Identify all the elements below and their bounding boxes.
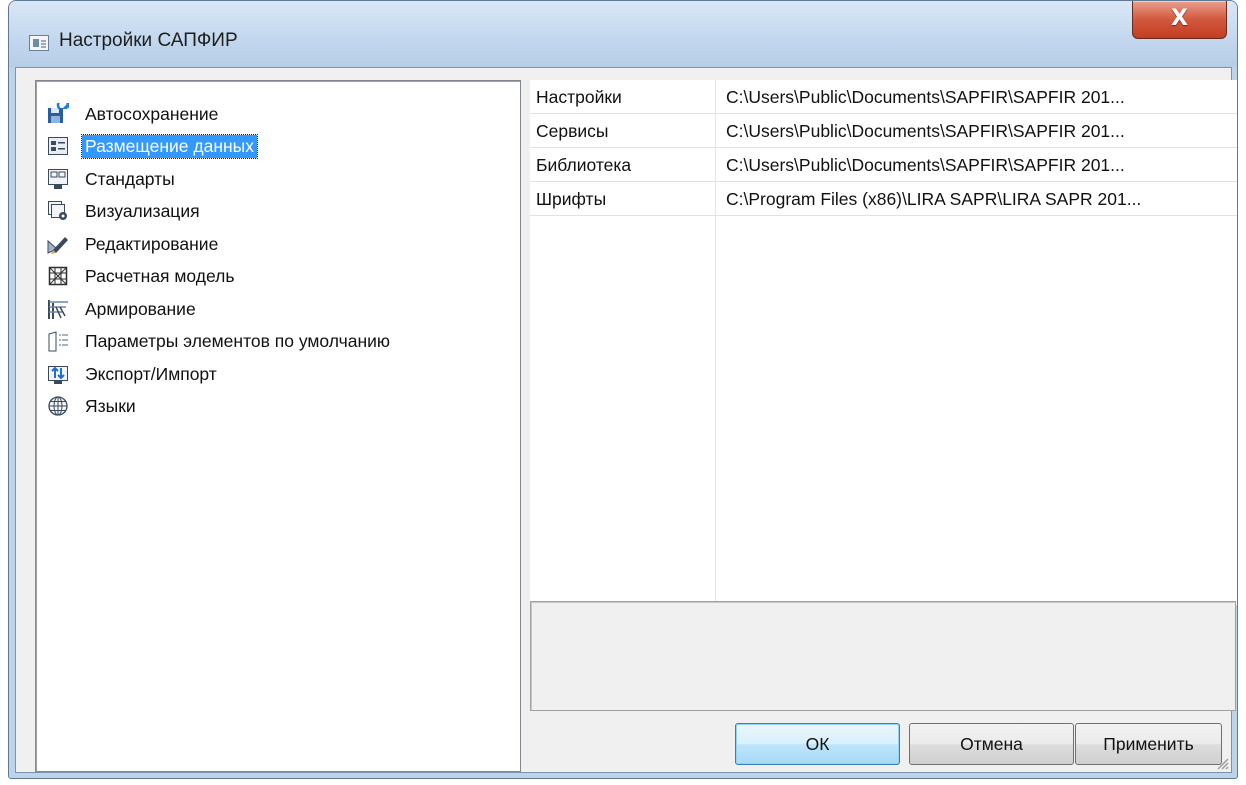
table-row[interactable]: Сервисы C:\Users\Public\Documents\SAPFIR… xyxy=(530,114,1237,148)
settings-dialog: Настройки САПФИР X Автосохранение Размещ… xyxy=(8,0,1238,779)
path-value[interactable]: C:\Users\Public\Documents\SAPFIR\SAPFIR … xyxy=(726,87,1231,108)
table-row[interactable]: Библиотека C:\Users\Public\Documents\SAP… xyxy=(530,148,1237,182)
path-name: Шрифты xyxy=(536,189,607,209)
path-name: Библиотека xyxy=(536,155,632,175)
tree-item-export-import[interactable]: Экспорт/Импорт xyxy=(42,360,512,388)
tree-item-languages[interactable]: Языки xyxy=(42,392,512,420)
tree-item-label: Стандарты xyxy=(85,169,175,189)
reinforcement-icon xyxy=(48,300,68,319)
settings-tree[interactable]: Автосохранение Размещение данных Стандар… xyxy=(35,80,521,772)
path-name: Сервисы xyxy=(536,121,609,141)
visualization-icon xyxy=(48,201,67,220)
tree-item-label: Расчетная модель xyxy=(85,266,235,286)
tree-item-label: Армирование xyxy=(85,299,196,319)
data-location-icon xyxy=(48,137,68,155)
tree-item-reinforcement[interactable]: Армирование xyxy=(42,295,512,323)
close-icon: X xyxy=(1171,6,1188,31)
tree-item-label: Визуализация xyxy=(85,201,200,221)
path-value[interactable]: C:\Program Files (x86)\LIRA SAPR\LIRA SA… xyxy=(726,189,1231,210)
tree-item-default-params[interactable]: Параметры элементов по умолчанию xyxy=(42,327,512,355)
dialog-body: Автосохранение Размещение данных Стандар… xyxy=(15,67,1237,773)
app-icon xyxy=(29,35,49,51)
window-title: Настройки САПФИР xyxy=(59,30,238,51)
tree-item-autosave[interactable]: Автосохранение xyxy=(42,100,512,128)
tree-item-label: Языки xyxy=(85,396,136,416)
standards-icon xyxy=(48,169,68,189)
autosave-icon xyxy=(48,103,69,123)
tree-item-label: Параметры элементов по умолчанию xyxy=(85,331,391,351)
tree-item-calc-model[interactable]: Расчетная модель xyxy=(42,262,512,290)
apply-button[interactable]: Применить xyxy=(1075,723,1222,765)
tree-item-visualization[interactable]: Визуализация xyxy=(42,197,512,225)
paths-table[interactable]: Настройки C:\Users\Public\Documents\SAPF… xyxy=(530,80,1237,605)
export-import-icon xyxy=(48,366,68,384)
editing-icon xyxy=(47,237,68,254)
cancel-button[interactable]: Отмена xyxy=(909,723,1074,765)
tree-item-label: Размещение данных xyxy=(81,134,258,159)
tree-item-label: Редактирование xyxy=(85,234,219,254)
globe-icon xyxy=(48,396,68,416)
default-params-icon xyxy=(48,331,68,352)
tree-item-editing[interactable]: Редактирование xyxy=(42,230,512,258)
description-panel xyxy=(530,601,1236,711)
path-value[interactable]: C:\Users\Public\Documents\SAPFIR\SAPFIR … xyxy=(726,121,1231,142)
calc-model-icon xyxy=(48,266,68,286)
title-bar[interactable]: Настройки САПФИР X xyxy=(9,1,1237,67)
tree-item-data-location[interactable]: Размещение данных xyxy=(42,132,512,160)
ok-button[interactable]: ОК xyxy=(735,723,900,765)
table-row[interactable]: Шрифты C:\Program Files (x86)\LIRA SAPR\… xyxy=(530,182,1237,216)
table-row[interactable]: Настройки C:\Users\Public\Documents\SAPF… xyxy=(530,80,1237,114)
path-name: Настройки xyxy=(536,87,622,107)
tree-item-label: Экспорт/Импорт xyxy=(85,364,217,384)
close-button[interactable]: X xyxy=(1132,1,1227,39)
tree-item-standards[interactable]: Стандарты xyxy=(42,165,512,193)
tree-item-label: Автосохранение xyxy=(85,104,219,124)
path-value[interactable]: C:\Users\Public\Documents\SAPFIR\SAPFIR … xyxy=(726,155,1231,176)
resize-grip-icon[interactable] xyxy=(1215,756,1229,770)
